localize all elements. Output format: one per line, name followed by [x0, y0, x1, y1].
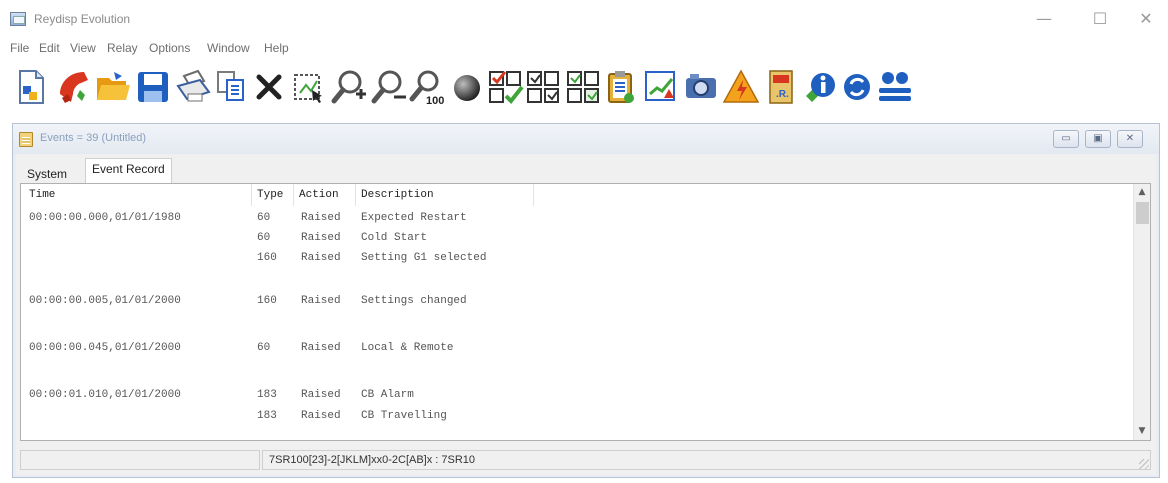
- cell-description: Cold Start: [361, 232, 428, 244]
- events-window-titlebar: Events = 39 (Untitled) ▭ ▣ ✕: [13, 124, 1159, 154]
- cell-time: 00:00:00.000,01/01/1980: [29, 212, 181, 224]
- relay-model-text: 7SR100[23]-2[JKLM]xx0-2C[AB]x : 7SR10: [269, 454, 476, 466]
- maximize-button[interactable]: ☐: [1078, 6, 1122, 32]
- events-window-body: System Event Record Time Type Action Des…: [16, 154, 1156, 475]
- resize-grip[interactable]: [1139, 459, 1149, 469]
- column-divider: [251, 184, 252, 206]
- toolbar: 100 .R.: [0, 60, 1168, 118]
- app-title: Reydisp Evolution: [34, 12, 131, 26]
- menu-bar: File Edit View Relay Options Window Help: [0, 38, 1168, 60]
- zoom-out-icon[interactable]: [370, 68, 408, 106]
- close-button[interactable]: ✕: [1124, 6, 1168, 32]
- menu-file[interactable]: File: [10, 41, 29, 55]
- clipboard-icon: [19, 132, 33, 147]
- print-icon[interactable]: [174, 68, 212, 106]
- column-divider: [355, 184, 356, 206]
- cell-action: Raised: [301, 252, 341, 264]
- cell-description: CB Alarm: [361, 389, 414, 401]
- cell-type: 60: [257, 212, 271, 224]
- cell-action: Raised: [301, 410, 341, 422]
- menu-edit[interactable]: Edit: [39, 41, 60, 55]
- cell-type: 60: [257, 232, 271, 244]
- cell-type: 183: [257, 389, 277, 401]
- check-list-icon[interactable]: [486, 68, 524, 106]
- column-header-type[interactable]: Type: [257, 189, 283, 201]
- menu-help[interactable]: Help: [264, 41, 289, 55]
- cell-action: Raised: [301, 342, 341, 354]
- tab-system[interactable]: System: [20, 163, 74, 185]
- column-header-action[interactable]: Action: [299, 189, 339, 201]
- column-divider: [533, 184, 534, 206]
- select-region-icon[interactable]: [290, 68, 328, 106]
- cell-time: 00:00:01.010,01/01/2000: [29, 389, 181, 401]
- menu-view[interactable]: View: [70, 41, 96, 55]
- events-window-title: Events = 39 (Untitled): [40, 132, 147, 144]
- child-minimize-button[interactable]: ▭: [1053, 130, 1079, 148]
- svg-text:.R.: .R.: [776, 89, 789, 100]
- new-document-icon[interactable]: [12, 68, 50, 106]
- scroll-thumb[interactable]: [1136, 202, 1149, 224]
- events-window: Events = 39 (Untitled) ▭ ▣ ✕ System Even…: [12, 123, 1160, 478]
- cell-type: 160: [257, 252, 277, 264]
- open-folder-icon[interactable]: [94, 68, 132, 106]
- vertical-scrollbar[interactable]: ▲ ▼: [1133, 184, 1150, 440]
- camera-icon[interactable]: [682, 68, 720, 106]
- warning-icon[interactable]: [722, 68, 760, 106]
- child-restore-button[interactable]: ▣: [1085, 130, 1111, 148]
- save-disk-icon[interactable]: [134, 68, 172, 106]
- cell-time: 00:00:00.005,01/01/2000: [29, 295, 181, 307]
- connect-phone-icon[interactable]: [54, 68, 92, 106]
- cell-description: Setting G1 selected: [361, 252, 487, 264]
- menu-options[interactable]: Options: [149, 41, 190, 55]
- child-close-button[interactable]: ✕: [1117, 130, 1143, 148]
- column-header-description[interactable]: Description: [361, 189, 434, 201]
- cell-action: Raised: [301, 295, 341, 307]
- cell-description: Expected Restart: [361, 212, 467, 224]
- zoom-100-icon[interactable]: 100: [408, 68, 446, 106]
- cell-action: Raised: [301, 389, 341, 401]
- event-list[interactable]: Time Type Action Description 00:00:00.00…: [20, 183, 1151, 441]
- cell-action: Raised: [301, 212, 341, 224]
- cell-description: Local & Remote: [361, 342, 454, 354]
- status-panel-right: 7SR100[23]-2[JKLM]xx0-2C[AB]x : 7SR10: [262, 450, 1151, 470]
- trend-chart-icon[interactable]: [642, 68, 680, 106]
- svg-text:100: 100: [426, 95, 444, 106]
- record-ball-icon[interactable]: [448, 68, 486, 106]
- tab-event-record[interactable]: Event Record: [85, 158, 172, 183]
- copy-icon[interactable]: [212, 68, 250, 106]
- minimize-button[interactable]: —: [1022, 6, 1066, 32]
- title-bar: Reydisp Evolution — ☐ ✕: [0, 0, 1168, 38]
- app-icon: [10, 12, 26, 26]
- clipboard-icon[interactable]: [602, 68, 640, 106]
- status-panel-left: [20, 450, 260, 470]
- cell-action: Raised: [301, 232, 341, 244]
- menu-relay[interactable]: Relay: [107, 41, 138, 55]
- cell-description: Settings changed: [361, 295, 467, 307]
- column-header-time[interactable]: Time: [29, 189, 55, 201]
- relay-card-icon[interactable]: .R.: [762, 68, 800, 106]
- grid-settings-icon[interactable]: [524, 68, 562, 106]
- cell-type: 160: [257, 295, 277, 307]
- scroll-down-button[interactable]: ▼: [1134, 423, 1150, 440]
- column-divider: [293, 184, 294, 206]
- delete-x-icon[interactable]: [250, 68, 288, 106]
- info-icon[interactable]: [800, 68, 838, 106]
- cell-description: CB Travelling: [361, 410, 447, 422]
- grid-compare-icon[interactable]: [564, 68, 602, 106]
- refresh-icon[interactable]: [838, 68, 876, 106]
- cell-type: 60: [257, 342, 271, 354]
- cell-time: 00:00:00.045,01/01/2000: [29, 342, 181, 354]
- zoom-in-icon[interactable]: [330, 68, 368, 106]
- scroll-up-button[interactable]: ▲: [1134, 184, 1150, 201]
- cell-type: 183: [257, 410, 277, 422]
- users-icon[interactable]: [876, 68, 914, 106]
- status-bar: 7SR100[23]-2[JKLM]xx0-2C[AB]x : 7SR10: [20, 449, 1151, 471]
- menu-window[interactable]: Window: [207, 41, 250, 55]
